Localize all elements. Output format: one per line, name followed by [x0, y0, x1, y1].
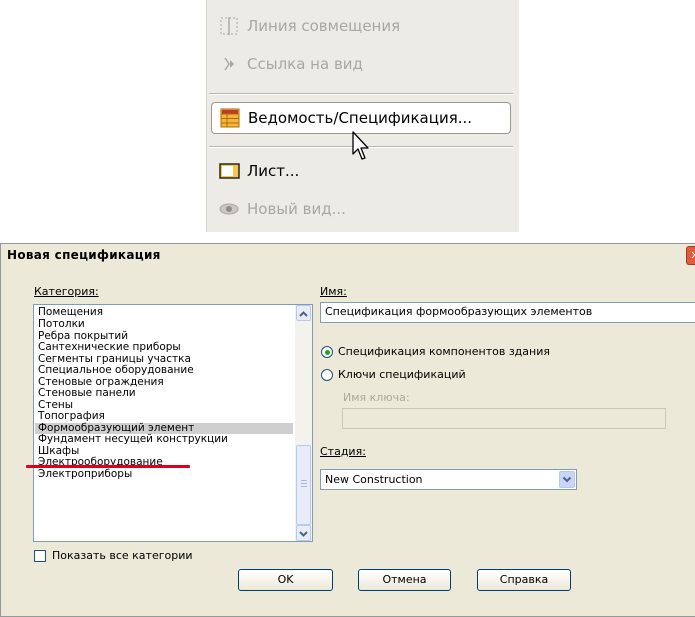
help-button[interactable]: Справка — [477, 569, 571, 591]
category-label: Категория: — [34, 285, 99, 298]
radio-schedule-keys[interactable] — [321, 369, 333, 381]
name-label: Имя: — [320, 285, 347, 298]
close-icon: ✕ — [690, 249, 695, 262]
scroll-up-button[interactable] — [296, 305, 311, 321]
key-name-label: Имя ключа: — [343, 391, 410, 404]
name-label-text: Имя: — [320, 285, 347, 298]
phase-select[interactable]: New Construction — [320, 469, 577, 490]
phase-label-text: Стадия: — [320, 445, 366, 458]
chevron-down-icon — [299, 531, 308, 537]
dialog-titlebar[interactable]: Новая спецификация ✕ — [1, 244, 695, 266]
category-list: Помещения Потолки Ребра покрытий Сантехниче… — [35, 306, 293, 480]
category-label-text: Категория: — [34, 285, 99, 298]
category-list-item[interactable]: Потолки — [35, 318, 293, 331]
cancel-button[interactable]: Отмена — [358, 569, 451, 591]
view-reference-icon — [219, 54, 239, 74]
category-list-item[interactable]: Топография — [35, 410, 293, 423]
category-list-item[interactable]: Фундамент несущей конструкции — [35, 433, 293, 446]
menu-item-label: Ведомость/Спецификация... — [248, 109, 473, 127]
schedule-table-icon — [220, 108, 240, 128]
dialog-title: Новая спецификация — [7, 248, 161, 262]
menu-item-schedule[interactable]: Ведомость/Спецификация... — [211, 102, 511, 134]
category-list-item[interactable]: Стеновые панели — [35, 387, 293, 400]
annotation-underline — [26, 465, 190, 468]
alignment-line-icon — [219, 16, 239, 36]
menu-item-sheet[interactable]: Лист... — [219, 157, 299, 185]
phase-select-value: New Construction — [325, 473, 423, 486]
menu-item-alignment-line[interactable]: Линия совмещения — [219, 12, 400, 40]
category-list-item[interactable]: Электроприборы — [35, 468, 293, 481]
phase-label: Стадия: — [320, 445, 366, 458]
context-menu: Линия совмещения Ссылка на вид Ведомость… — [206, 0, 519, 232]
menu-item-new-view[interactable]: Новый вид... — [219, 195, 346, 223]
menu-item-label: Новый вид... — [247, 200, 346, 218]
category-listbox[interactable]: Помещения Потолки Ребра покрытий Сантехниче… — [33, 304, 313, 542]
menu-item-view-reference[interactable]: Ссылка на вид — [219, 50, 363, 78]
radio-building-components-label: Спецификация компонентов здания — [338, 345, 550, 358]
sheet-icon — [219, 161, 240, 181]
ok-button[interactable]: OK — [238, 569, 333, 591]
phase-select-dropdown-button[interactable] — [559, 471, 575, 488]
menu-item-label: Линия совмещения — [247, 17, 401, 35]
show-all-categories-checkbox[interactable] — [34, 550, 46, 562]
eye-icon — [219, 199, 239, 219]
category-list-item[interactable]: Специальное оборудование — [35, 364, 293, 377]
scroll-down-button[interactable] — [296, 525, 311, 541]
new-schedule-dialog: Новая спецификация ✕ Категория: Помещени… — [0, 243, 695, 617]
name-input[interactable]: Спецификация формообразующих элементов — [320, 302, 695, 323]
menu-item-label: Ссылка на вид — [247, 55, 363, 73]
radio-schedule-keys-label: Ключи спецификаций — [338, 368, 466, 381]
menu-item-label: Лист... — [247, 162, 300, 180]
mouse-cursor-icon — [352, 131, 369, 160]
chevron-up-icon — [299, 311, 308, 317]
menu-separator — [209, 93, 513, 95]
show-all-categories-label: Показать все категории — [52, 549, 193, 562]
radio-building-components[interactable] — [321, 346, 333, 358]
chevron-down-icon — [562, 476, 572, 483]
category-list-item[interactable]: Сантехнические приборы — [35, 341, 293, 354]
category-scrollbar[interactable] — [295, 305, 312, 541]
scroll-thumb[interactable] — [296, 445, 311, 525]
key-name-input — [342, 408, 666, 429]
close-button[interactable]: ✕ — [686, 246, 695, 265]
